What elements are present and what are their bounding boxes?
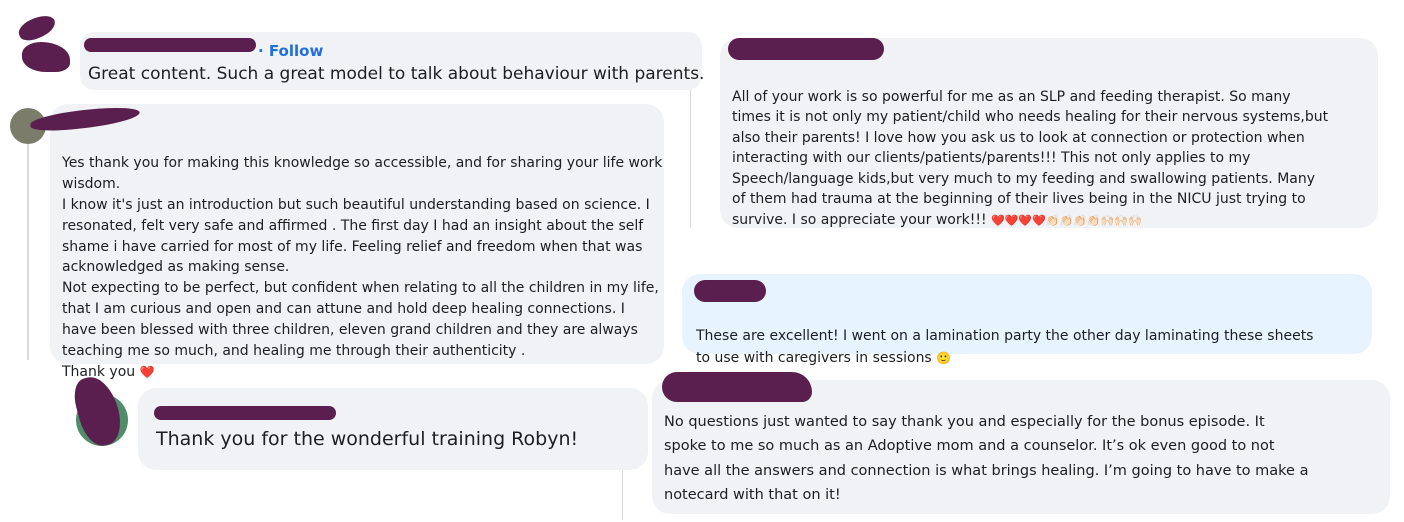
redacted-avatar-mark <box>15 12 59 44</box>
smile-emoji: 🙂 <box>936 351 952 365</box>
redacted-author-name <box>728 38 884 60</box>
comment-text: These are excellent! I went on a laminat… <box>696 302 1313 370</box>
comment-text-body: Yes thank you for making this knowledge … <box>62 154 663 380</box>
follow-link[interactable]: · Follow <box>258 42 323 60</box>
heart-emoji: ❤️ <box>139 364 155 379</box>
redacted-author-name <box>154 406 336 420</box>
avatar[interactable] <box>22 42 70 72</box>
comment-text: All of your work is so powerful for me a… <box>732 66 1328 231</box>
redacted-author-name <box>694 280 766 302</box>
thread-line <box>622 470 623 520</box>
thread-line <box>690 88 691 228</box>
comment-text-body: These are excellent! I went on a laminat… <box>696 327 1314 367</box>
comment-text: Thank you for the wonderful training Rob… <box>156 428 579 450</box>
comment-text: Great content. Such a great model to tal… <box>88 64 705 84</box>
thread-line <box>27 140 29 360</box>
redacted-author-name <box>84 38 256 52</box>
emoji-reactions: ❤️❤️❤️❤️👏🏻👏🏻👏🏻👏🏻🙌🏻🙌🏻🙌🏻 <box>991 213 1142 227</box>
comment-text-body: All of your work is so powerful for me a… <box>732 88 1329 228</box>
redacted-author-name <box>662 372 812 402</box>
comment-text: No questions just wanted to say thank yo… <box>664 414 1309 503</box>
comment-text: Yes thank you for making this knowledge … <box>62 132 662 383</box>
